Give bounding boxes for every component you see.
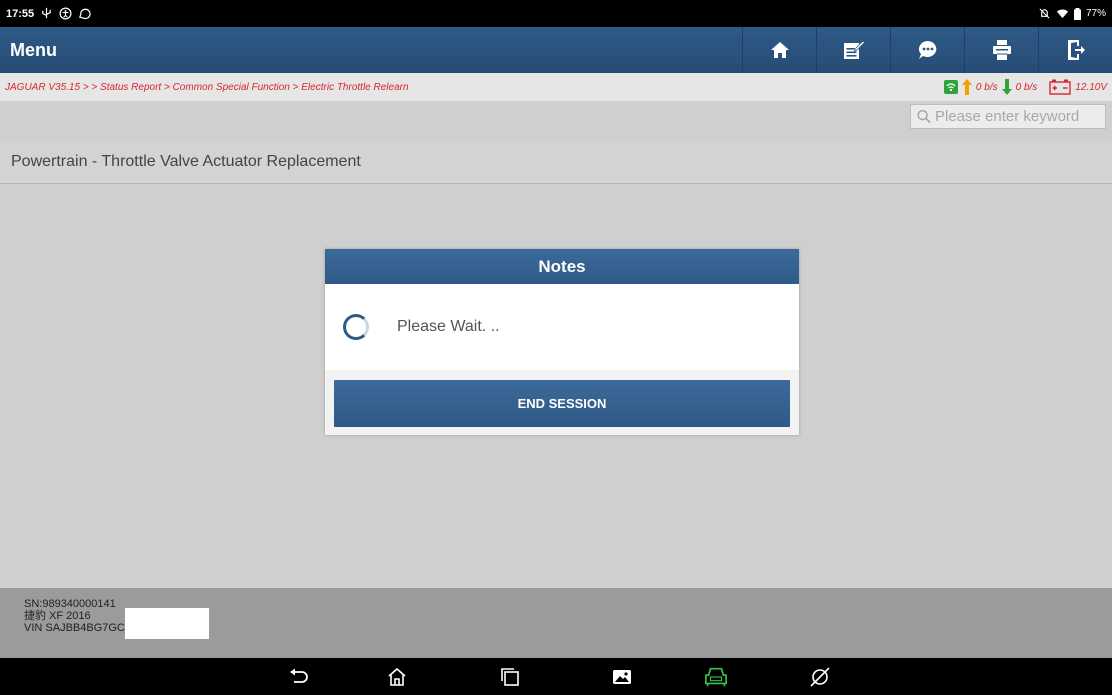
status-time: 17:55 bbox=[6, 7, 35, 20]
app-header: Menu bbox=[0, 27, 1112, 73]
loading-spinner-icon bbox=[343, 314, 369, 340]
browser-button[interactable] bbox=[808, 665, 832, 689]
screenshot-icon bbox=[613, 670, 631, 684]
menu-title[interactable]: Menu bbox=[0, 40, 57, 61]
battery-voltage-icon bbox=[1049, 79, 1071, 95]
home-icon bbox=[388, 667, 406, 686]
battery-icon bbox=[1073, 7, 1081, 20]
accessibility-icon bbox=[59, 7, 72, 20]
dialog-message: Please Wait. .. bbox=[397, 318, 500, 335]
edit-icon bbox=[843, 40, 865, 59]
voltage-readout: 12.10V bbox=[1075, 81, 1107, 93]
back-button[interactable] bbox=[287, 665, 311, 689]
search-box[interactable] bbox=[910, 104, 1106, 129]
exit-icon bbox=[1067, 40, 1085, 60]
battery-level: 77% bbox=[1085, 8, 1106, 19]
toolbar bbox=[742, 27, 1112, 73]
breadcrumb: JAGUAR V35.15 > > Status Report > Common… bbox=[5, 81, 409, 93]
download-arrow-icon bbox=[1001, 79, 1012, 95]
search-icon bbox=[917, 109, 931, 124]
vci-button[interactable] bbox=[704, 665, 728, 689]
chat-icon bbox=[79, 8, 91, 20]
upload-rate: 0 b/s bbox=[975, 81, 998, 93]
vin-number: VIN SAJBB4BG7GC bbox=[24, 622, 125, 634]
home-icon bbox=[770, 42, 789, 58]
back-icon bbox=[290, 668, 308, 683]
navigation-bar bbox=[0, 658, 1112, 695]
print-icon bbox=[992, 40, 1011, 60]
recents-icon bbox=[501, 668, 519, 686]
screenshot-button[interactable] bbox=[610, 665, 634, 689]
edit-button[interactable] bbox=[816, 27, 890, 73]
chat-button[interactable] bbox=[890, 27, 964, 73]
dialog-body: Please Wait. .. bbox=[325, 284, 799, 370]
dialog-title: Notes bbox=[325, 249, 799, 284]
wifi-signal-icon bbox=[943, 80, 958, 94]
chat-icon bbox=[918, 41, 936, 59]
vehicle-info: SN:989340000141 捷豹 XF 2016 VIN SAJBB4BG7… bbox=[0, 588, 1112, 658]
vci-icon bbox=[705, 667, 727, 687]
download-rate: 0 b/s bbox=[1015, 81, 1038, 93]
home-button[interactable] bbox=[742, 27, 816, 73]
end-session-button[interactable]: END SESSION bbox=[334, 380, 790, 427]
exit-button[interactable] bbox=[1038, 27, 1112, 73]
upload-arrow-icon bbox=[961, 79, 972, 95]
status-bar: 17:55 77% bbox=[0, 0, 1112, 27]
recents-button[interactable] bbox=[498, 665, 522, 689]
home-nav-button[interactable] bbox=[385, 665, 409, 689]
breadcrumb-bar: JAGUAR V35.15 > > Status Report > Common… bbox=[0, 73, 1112, 101]
search-row bbox=[0, 101, 1112, 131]
notes-dialog: Notes Please Wait. .. END SESSION bbox=[325, 249, 799, 435]
wifi-icon bbox=[1056, 9, 1069, 19]
browser-icon bbox=[810, 667, 830, 687]
search-input[interactable] bbox=[935, 108, 1105, 125]
usb-icon bbox=[42, 7, 51, 19]
connection-status: 0 b/s 0 b/s 12.10V bbox=[943, 79, 1112, 95]
vin-redaction bbox=[124, 608, 209, 639]
mute-icon bbox=[1039, 8, 1050, 19]
print-button[interactable] bbox=[964, 27, 1038, 73]
page-title: Powertrain - Throttle Valve Actuator Rep… bbox=[0, 141, 1112, 184]
